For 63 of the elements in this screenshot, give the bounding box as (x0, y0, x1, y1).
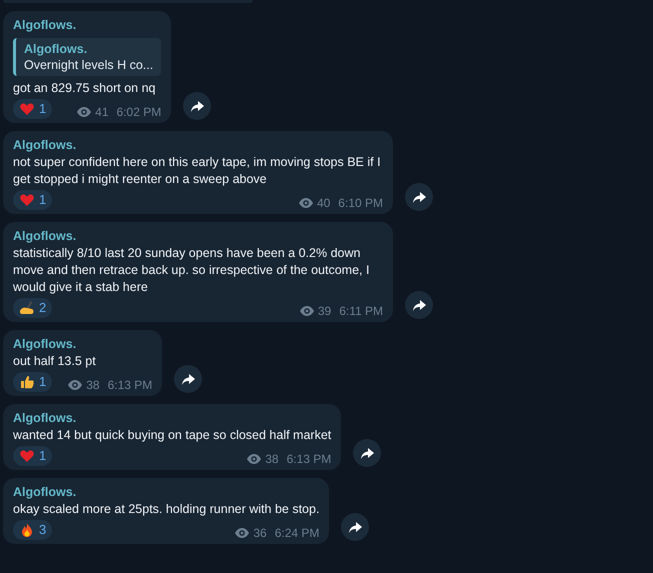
reaction-chip[interactable]: 1 (13, 372, 52, 392)
share-arrow-icon (182, 374, 195, 384)
heart-icon (19, 448, 35, 464)
message-text: wanted 14 but quick buying on tape so closed half market (13, 427, 332, 444)
reaction-count: 1 (39, 373, 46, 392)
forward-button[interactable] (353, 439, 382, 467)
eye-icon (298, 198, 313, 208)
message-time: 6:13 PM (286, 451, 332, 467)
message-text: out half 13.5 pt (13, 353, 97, 370)
view-count: 38 (265, 451, 279, 467)
fire-icon (19, 522, 35, 538)
share-arrow-icon (360, 448, 374, 458)
eye-icon (300, 306, 314, 316)
forward-button[interactable] (174, 365, 202, 393)
message-time: 6:13 PM (108, 377, 152, 393)
message-text: got an 829.75 short on nq (13, 80, 156, 97)
reaction-count: 2 (39, 299, 46, 318)
reaction-chip[interactable]: 3 (13, 520, 52, 540)
message-time: 6:10 PM (338, 195, 383, 211)
reaction-count: 1 (39, 447, 46, 466)
reaction-chip[interactable]: 1 (13, 99, 52, 119)
message-time: 6:24 PM (274, 525, 320, 541)
message-text: not super confident here on this early tape, im moving stops BE if I get stopped i might reenter on a sweep above (13, 154, 382, 188)
sender-name: Algoflows. (13, 228, 78, 245)
message-time: 6:11 PM (339, 303, 383, 319)
heart-icon (19, 101, 35, 117)
writing-hand-icon (19, 300, 35, 316)
reaction-count: 3 (39, 521, 46, 540)
sender-name: Algoflows. (13, 137, 78, 154)
forward-button[interactable] (405, 291, 433, 319)
sender-name: Algoflows. (13, 17, 78, 34)
quoted-text: Overnight levels H co... (24, 57, 154, 73)
reaction-chip[interactable]: 1 (13, 446, 52, 466)
view-count: 38 (86, 377, 100, 393)
share-arrow-icon (348, 522, 362, 532)
sender-name: Algoflows. (13, 410, 78, 427)
thumbs-up-icon (19, 374, 35, 390)
sender-name: Algoflows. (13, 484, 78, 501)
heart-icon (19, 192, 35, 208)
reaction-count: 1 (39, 191, 46, 210)
view-count: 39 (318, 303, 332, 319)
forward-button[interactable] (405, 183, 433, 211)
share-arrow-icon (412, 192, 426, 202)
reaction-count: 1 (39, 100, 46, 118)
reply-quote[interactable]: Algoflows. Overnight levels H co... (13, 38, 162, 76)
message-time: 6:02 PM (116, 104, 162, 120)
sender-name: Algoflows. (13, 336, 78, 353)
reaction-chip[interactable]: 2 (13, 298, 52, 318)
eye-icon (68, 380, 82, 390)
view-count: 41 (95, 104, 109, 120)
forward-button[interactable] (341, 513, 370, 541)
quoted-sender: Algoflows. (24, 41, 88, 57)
view-count: 36 (253, 525, 267, 541)
forward-button[interactable] (183, 92, 212, 120)
message-text: statistically 8/10 last 20 sunday opens have been a 0.2% down move and then retrace back up. so irrespective of the outcome, I would give it a stab here (13, 245, 370, 296)
eye-icon (77, 107, 92, 117)
share-arrow-icon (190, 100, 204, 112)
eye-icon (235, 528, 250, 538)
reaction-chip[interactable]: 1 (13, 190, 52, 210)
message-text: okay scaled more at 25pts. holding runner with be stop. (13, 501, 320, 518)
view-count: 40 (316, 195, 330, 211)
eye-icon (247, 454, 262, 464)
share-arrow-icon (412, 300, 426, 310)
